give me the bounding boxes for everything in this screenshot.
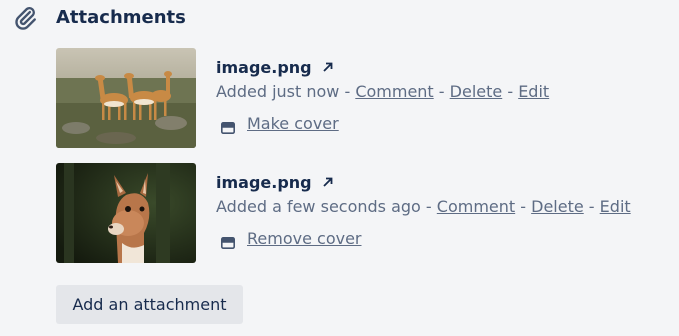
- remove-cover-link[interactable]: Remove cover: [247, 228, 362, 250]
- separator: -: [515, 197, 532, 216]
- delete-link[interactable]: Delete: [450, 82, 503, 101]
- attachments-header: [12, 4, 38, 32]
- edit-link[interactable]: Edit: [600, 197, 631, 216]
- delete-link[interactable]: Delete: [531, 197, 584, 216]
- attachment-details: image.png Added just now - Comment - Del…: [216, 56, 549, 135]
- added-time: Added just now: [216, 82, 340, 101]
- separator: -: [420, 197, 437, 216]
- section-title: Attachments: [56, 7, 186, 28]
- comment-link[interactable]: Comment: [355, 82, 433, 101]
- attachment-item: image.png Added just now - Comment - Del…: [56, 48, 656, 148]
- attachment-details: image.png Added a few seconds ago - Comm…: [216, 171, 631, 250]
- separator: -: [502, 82, 519, 101]
- attachment-filename[interactable]: image.png: [216, 58, 312, 77]
- open-external-icon[interactable]: [322, 61, 334, 73]
- separator: -: [583, 197, 600, 216]
- attachment-filename[interactable]: image.png: [216, 173, 312, 192]
- card-cover-icon: [221, 233, 235, 249]
- separator: -: [339, 82, 356, 101]
- open-external-icon[interactable]: [322, 176, 334, 188]
- card-cover-icon: [221, 118, 235, 134]
- comment-link[interactable]: Comment: [437, 197, 515, 216]
- paperclip-icon: [12, 5, 38, 31]
- attachment-meta: Added a few seconds ago - Comment - Dele…: [216, 196, 631, 218]
- attachment-thumbnail[interactable]: [56, 48, 196, 148]
- attachment-thumbnail[interactable]: [56, 163, 196, 263]
- attachment-meta: Added just now - Comment - Delete - Edit: [216, 81, 549, 103]
- add-attachment-button[interactable]: Add an attachment: [56, 285, 243, 324]
- separator: -: [433, 82, 450, 101]
- edit-link[interactable]: Edit: [518, 82, 549, 101]
- added-time: Added a few seconds ago: [216, 197, 421, 216]
- attachment-item: image.png Added a few seconds ago - Comm…: [56, 163, 656, 263]
- make-cover-link[interactable]: Make cover: [247, 113, 339, 135]
